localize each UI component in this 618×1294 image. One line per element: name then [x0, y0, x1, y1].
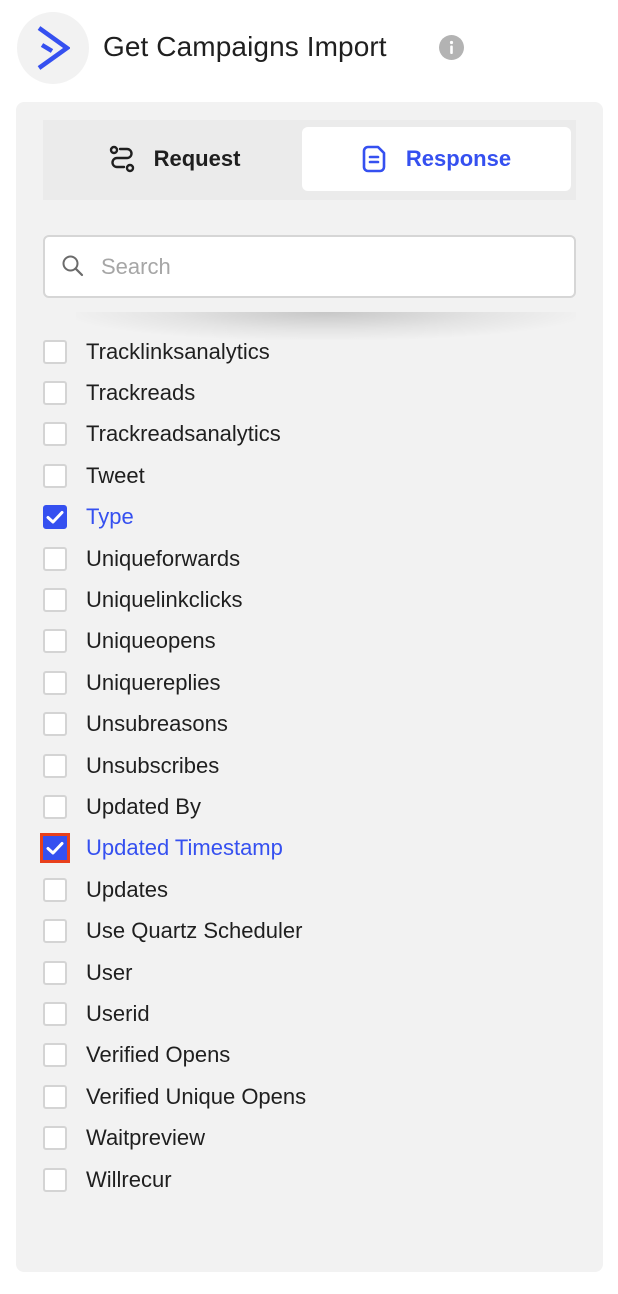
field-label: Uniquelinkclicks: [86, 587, 243, 613]
search-field: [43, 235, 576, 298]
field-option[interactable]: Uniqueforwards: [42, 538, 582, 579]
field-checkbox[interactable]: [43, 1167, 67, 1192]
field-checkbox[interactable]: [43, 753, 67, 778]
field-option[interactable]: Updated By: [42, 786, 582, 827]
search-input[interactable]: [99, 247, 563, 287]
info-icon[interactable]: [439, 35, 464, 60]
field-label: Trackreadsanalytics: [86, 421, 281, 447]
field-option[interactable]: Willrecur: [42, 1159, 582, 1200]
field-checkbox[interactable]: [43, 1126, 67, 1151]
field-checkbox[interactable]: [40, 833, 70, 864]
field-option[interactable]: Uniquereplies: [42, 662, 582, 703]
field-checkbox[interactable]: [43, 629, 67, 654]
field-checkbox[interactable]: [43, 1043, 67, 1068]
field-label: Updated By: [86, 793, 201, 819]
field-option[interactable]: Trackreadsanalytics: [42, 414, 582, 455]
field-option[interactable]: Type: [42, 497, 582, 538]
document-icon: [362, 145, 386, 173]
field-checkbox[interactable]: [43, 1001, 67, 1026]
tab-bar: Request Response: [43, 120, 576, 200]
field-label: Waitpreview: [86, 1125, 205, 1151]
field-option[interactable]: Tracklinksanalytics: [42, 331, 582, 372]
field-option[interactable]: Waitpreview: [42, 1117, 582, 1158]
search-icon: [62, 255, 84, 277]
field-checkbox[interactable]: [43, 794, 67, 819]
tab-request[interactable]: Request: [49, 127, 299, 191]
field-option[interactable]: Verified Unique Opens: [42, 1076, 582, 1117]
activecampaign-chevron-logo-icon: [37, 26, 70, 70]
field-option[interactable]: Use Quartz Scheduler: [42, 910, 582, 951]
field-option[interactable]: Unsubscribes: [42, 745, 582, 786]
field-option[interactable]: Updated Timestamp: [40, 828, 582, 869]
field-selector-panel: Request Response TracklinksanalyticsTrac…: [16, 102, 603, 1272]
field-checkbox[interactable]: [43, 919, 67, 944]
field-checkbox[interactable]: [43, 960, 67, 985]
field-checkbox[interactable]: [43, 381, 67, 406]
field-option[interactable]: Uniqueopens: [42, 621, 582, 662]
field-checkbox[interactable]: [43, 712, 67, 737]
field-option[interactable]: Verified Opens: [42, 1035, 582, 1076]
field-label: Unsubreasons: [86, 711, 228, 737]
field-option[interactable]: Tweet: [42, 455, 582, 496]
field-label: Verified Unique Opens: [86, 1083, 307, 1109]
field-checkbox[interactable]: [43, 422, 67, 447]
field-checkbox[interactable]: [43, 546, 67, 571]
field-label: User: [86, 959, 133, 985]
checkmark-icon: [46, 511, 64, 524]
route-icon: [109, 145, 134, 173]
field-checkbox[interactable]: [43, 877, 67, 902]
field-list: Tracklinksanalytics Trackreads Trackreadsa…: [40, 331, 582, 1200]
tab-response-label: Response: [405, 146, 512, 171]
field-label: Uniqueforwards: [86, 545, 241, 571]
field-label: Willrecur: [86, 1166, 172, 1192]
tab-request-label: Request: [153, 146, 241, 171]
field-option[interactable]: User: [42, 952, 582, 993]
field-label: Use Quartz Scheduler: [86, 918, 303, 944]
tab-response[interactable]: Response: [302, 127, 571, 191]
field-checkbox[interactable]: [43, 339, 67, 364]
field-label: Uniqueopens: [86, 628, 216, 654]
field-label: Userid: [86, 1000, 150, 1026]
field-label: Trackreads: [86, 380, 196, 406]
field-label: Type: [86, 504, 134, 530]
field-label: Uniquereplies: [86, 669, 221, 695]
field-label: Updates: [86, 876, 168, 902]
field-checkbox[interactable]: [43, 505, 67, 530]
checkmark-icon: [46, 842, 64, 855]
field-checkbox[interactable]: [43, 463, 67, 488]
page-title: Get Campaigns Import: [103, 31, 387, 62]
header: Get Campaigns Import: [0, 0, 618, 100]
field-label: Tweet: [86, 462, 145, 488]
field-option[interactable]: Uniquelinkclicks: [42, 579, 582, 620]
field-option[interactable]: Unsubreasons: [42, 704, 582, 745]
field-option[interactable]: Updates: [42, 869, 582, 910]
field-option[interactable]: Userid: [42, 993, 582, 1034]
field-option[interactable]: Trackreads: [42, 372, 582, 413]
field-checkbox[interactable]: [43, 588, 67, 613]
field-checkbox[interactable]: [43, 670, 67, 695]
field-label: Updated Timestamp: [86, 835, 283, 861]
app-logo: [17, 12, 89, 84]
field-label: Tracklinksanalytics: [86, 338, 270, 364]
field-label: Verified Opens: [86, 1042, 231, 1068]
field-label: Unsubscribes: [86, 752, 220, 778]
field-checkbox[interactable]: [43, 1084, 67, 1109]
